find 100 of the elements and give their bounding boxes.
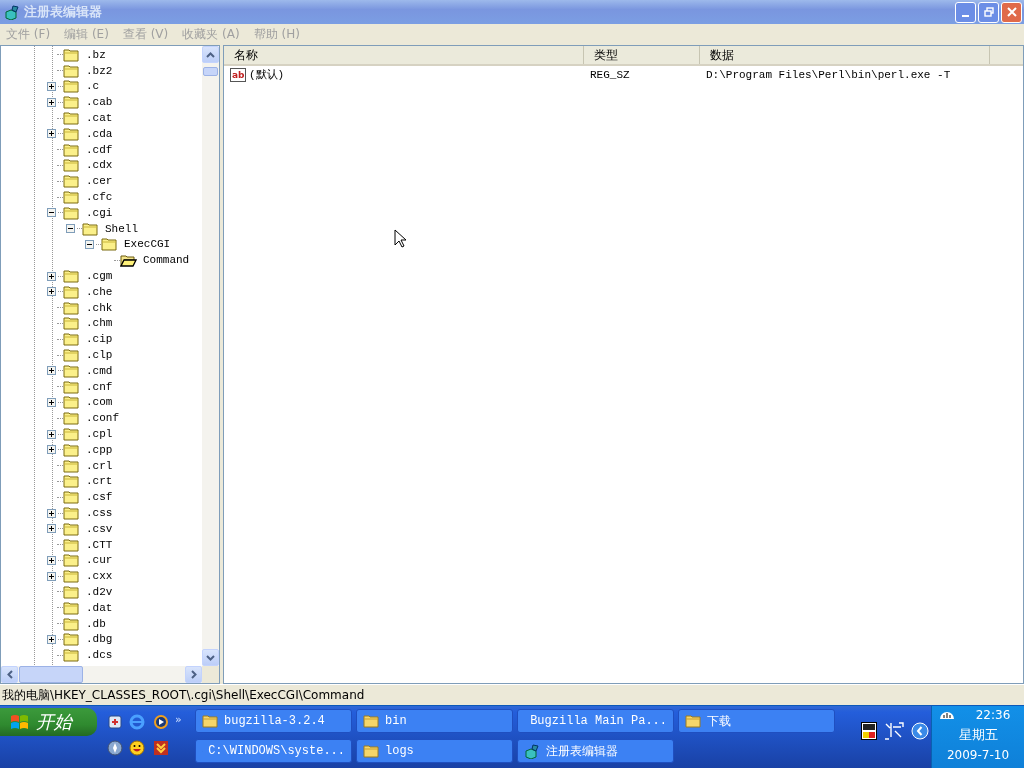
tree-item[interactable]: .cfc [84, 191, 115, 204]
tree-item[interactable]: .cxx [84, 570, 115, 583]
folder-icon [363, 714, 379, 728]
tree-item[interactable]: .chm [84, 317, 115, 330]
tree-item[interactable]: .bz2 [84, 64, 115, 77]
compass-icon[interactable] [107, 740, 123, 756]
expand-icon[interactable] [46, 397, 56, 407]
collapse-icon[interactable] [46, 208, 56, 218]
tree-item[interactable]: .cpl [84, 428, 115, 440]
expand-icon[interactable] [46, 97, 56, 107]
scroll-left-button[interactable] [1, 666, 18, 683]
expand-icon[interactable] [46, 366, 56, 376]
desktop-icon[interactable] [107, 714, 123, 730]
tree-item[interactable]: .crl [84, 459, 115, 472]
folder-icon [685, 714, 701, 728]
scroll-down-button[interactable] [202, 649, 219, 666]
media-play-icon[interactable] [153, 714, 169, 730]
expand-icon[interactable] [46, 508, 56, 518]
scroll-up-button[interactable] [202, 46, 219, 63]
folder-icon [63, 284, 80, 299]
tree-item[interactable]: .bz [84, 48, 108, 61]
tree-item[interactable]: .cgi [84, 206, 115, 219]
folder-icon [63, 142, 80, 157]
tree-item[interactable]: .cdf [84, 143, 115, 156]
tree-item[interactable]: .conf [84, 412, 121, 425]
taskbar-button[interactable]: bin [356, 709, 513, 733]
expand-icon[interactable] [46, 287, 56, 297]
folder-icon [63, 79, 80, 94]
tree-item[interactable]: .CTT [84, 538, 115, 551]
tree-item[interactable]: .csf [84, 491, 115, 504]
network-icon[interactable] [939, 710, 955, 720]
scroll-thumb[interactable] [19, 666, 83, 683]
value-name: (默认) [249, 68, 285, 82]
expand-icon[interactable] [46, 271, 56, 281]
tree-item[interactable]: .dcs [84, 649, 115, 662]
start-button[interactable]: 开始 [0, 708, 97, 736]
column-header[interactable]: 数据 [700, 46, 990, 64]
tree-item[interactable]: ExecCGI [122, 238, 173, 251]
folder-icon [63, 442, 80, 457]
folder-icon [63, 348, 80, 363]
folder-icon [63, 648, 80, 663]
tree-item[interactable]: .d2v [84, 586, 115, 598]
collapse-icon[interactable] [84, 239, 94, 249]
tree-item[interactable]: .cpp [84, 443, 115, 456]
clock-date: 2009-7-10 [946, 748, 1010, 762]
folder-icon [363, 744, 379, 758]
input-method-icon[interactable] [861, 722, 877, 740]
folder-icon [63, 411, 80, 426]
expand-icon[interactable] [46, 555, 56, 565]
tree-item[interactable]: .chk [84, 301, 115, 314]
tree-item[interactable]: Command [141, 254, 192, 267]
tree-item[interactable]: .csv [84, 522, 115, 535]
column-header[interactable]: 名称 [224, 46, 584, 64]
minimize-icon [962, 14, 969, 17]
smiley-icon[interactable] [129, 740, 145, 756]
folder-icon [63, 458, 80, 473]
expand-icon[interactable] [46, 82, 56, 91]
value-type: REG_SZ [589, 68, 631, 81]
tree-item[interactable]: .cgm [84, 270, 115, 283]
expand-icon[interactable] [46, 524, 56, 534]
expand-tray-icon[interactable] [911, 722, 929, 740]
tree-item[interactable]: .cda [84, 127, 115, 140]
column-header[interactable]: 类型 [584, 46, 700, 64]
taskbar-button[interactable]: 下载 [678, 709, 835, 733]
tree-item[interactable]: Shell [103, 222, 140, 235]
tree-item[interactable]: .che [84, 285, 115, 298]
tree-item[interactable]: .cip [84, 333, 115, 346]
tree-item[interactable]: .cnf [84, 380, 115, 393]
scrollbar-corner [202, 666, 219, 683]
taskbar-button[interactable]: C:\WINDOWS\syste... [195, 739, 352, 763]
collapse-icon[interactable] [65, 224, 75, 234]
tree-item[interactable]: .clp [84, 349, 115, 362]
expand-icon[interactable] [46, 429, 56, 439]
expand-icon[interactable] [46, 634, 56, 644]
scroll-thumb[interactable] [203, 67, 218, 76]
expand-icon[interactable] [46, 129, 56, 139]
tree-item[interactable]: .db [84, 617, 108, 630]
tree-item[interactable]: .css [84, 507, 115, 519]
tree-item[interactable]: .dat [84, 601, 115, 614]
tree-item[interactable]: .cab [84, 96, 115, 109]
tree-item[interactable]: .cmd [84, 364, 115, 377]
taskbar-button[interactable]: logs [356, 739, 513, 763]
tree-item[interactable]: .c [84, 80, 102, 93]
tree-item[interactable]: .crt [84, 475, 115, 488]
expand-icon[interactable] [46, 445, 56, 455]
tree-item[interactable]: .cur [84, 554, 115, 567]
tree-item[interactable]: .com [84, 396, 115, 409]
tree-item[interactable]: .dbg [84, 633, 115, 646]
tree-item[interactable]: .cdx [84, 159, 115, 172]
taskbar-button[interactable]: 注册表编辑器 [517, 739, 674, 763]
open-folder-icon [120, 253, 137, 268]
tree-item[interactable]: .cer [84, 175, 115, 188]
tree-item[interactable]: .cat [84, 112, 115, 125]
cubes-icon [4, 4, 20, 20]
taskbar-button[interactable]: Bugzilla Main Pa... [517, 709, 674, 733]
scroll-right-button[interactable] [185, 666, 202, 683]
folder-icon [63, 174, 80, 189]
download-arrow-icon[interactable] [153, 740, 169, 756]
expand-icon[interactable] [46, 571, 56, 581]
taskbar-button[interactable]: bugzilla-3.2.4 [195, 709, 352, 733]
